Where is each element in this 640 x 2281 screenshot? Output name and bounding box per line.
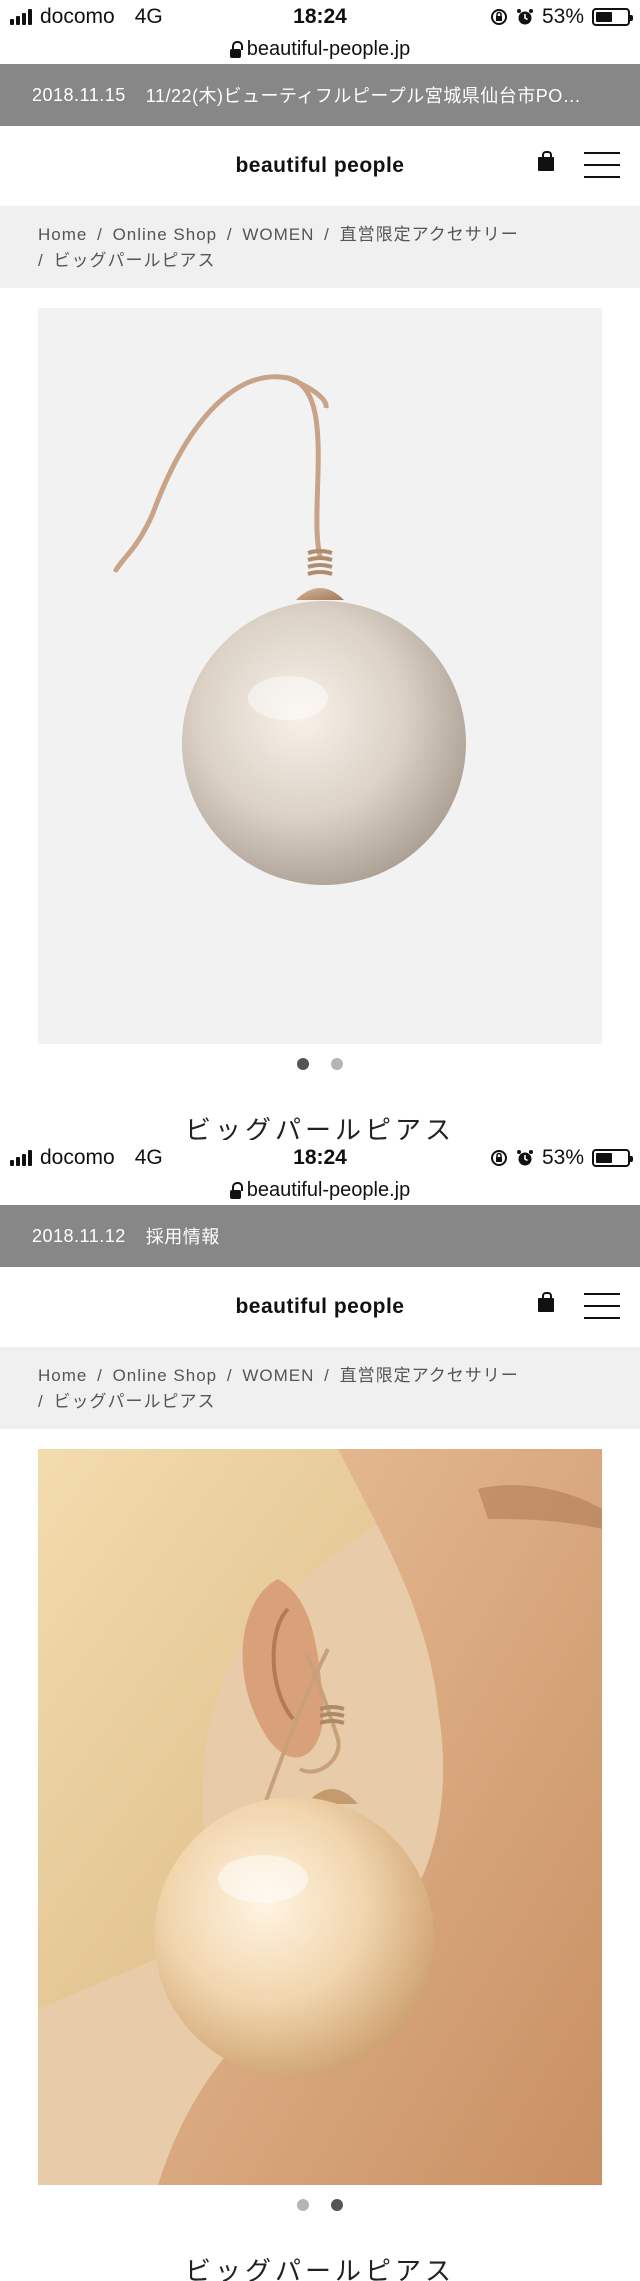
- breadcrumb-separator: /: [97, 225, 103, 244]
- alarm-clock-icon: [516, 9, 533, 25]
- rotation-lock-icon: [490, 9, 507, 25]
- signal-strength-icon: [10, 9, 32, 25]
- breadcrumb-separator: /: [97, 1366, 103, 1385]
- breadcrumb-separator: /: [226, 1366, 233, 1385]
- site-header: beautiful people: [0, 126, 640, 206]
- battery-percent: 53%: [541, 5, 584, 28]
- carousel-dots: [0, 1058, 640, 1070]
- product-title: ビッグパールピアス: [184, 1115, 455, 1140]
- url-text: beautiful-people.jp: [246, 37, 411, 60]
- breadcrumb-home[interactable]: Home: [38, 1366, 87, 1385]
- model-wearing-earring-illustration: [38, 1449, 602, 2185]
- hamburger-menu-icon[interactable]: [584, 1293, 620, 1319]
- breadcrumb-women[interactable]: WOMEN: [242, 225, 314, 244]
- battery-icon: [592, 8, 633, 26]
- network-type: 4G: [134, 5, 163, 28]
- breadcrumb-online-shop[interactable]: Online Shop: [113, 225, 218, 244]
- breadcrumb-separator: /: [324, 225, 330, 244]
- news-date: 2018.11.12: [32, 1225, 126, 1246]
- status-left: docomo 4G: [10, 1146, 163, 1170]
- carousel-dots: [0, 2199, 640, 2211]
- url-bar[interactable]: beautiful-people.jp: [0, 1175, 640, 1205]
- breadcrumb-category[interactable]: 直営限定アクセサリー: [340, 1366, 519, 1385]
- battery-percent: 53%: [541, 1146, 584, 1169]
- carousel-dot-1[interactable]: [297, 2199, 309, 2211]
- screenshot-1: docomo 4G 18:24 53% beautiful-people.jp …: [0, 0, 640, 1140]
- breadcrumb-category[interactable]: 直営限定アクセサリー: [340, 225, 519, 244]
- breadcrumb-women[interactable]: WOMEN: [242, 1366, 314, 1385]
- hamburger-menu-icon[interactable]: [584, 152, 620, 178]
- breadcrumb-online-shop[interactable]: Online Shop: [113, 1366, 218, 1385]
- status-bar: docomo 4G 18:24 53%: [0, 1141, 640, 1175]
- alarm-clock-icon: [516, 1150, 533, 1166]
- status-bar: docomo 4G 18:24 53%: [0, 0, 640, 34]
- shopping-bag-icon[interactable]: [538, 1292, 554, 1312]
- breadcrumb-current: ビッグパールピアス: [53, 1392, 216, 1411]
- news-ticker[interactable]: 2018.11.15 11/22(木)ビューティフルピープル宮城県仙台市PO…: [0, 64, 640, 126]
- carrier-name: docomo: [40, 1146, 115, 1169]
- status-left: docomo 4G: [10, 5, 163, 29]
- lock-icon: [229, 1181, 243, 1199]
- breadcrumb-separator: /: [324, 1366, 330, 1385]
- breadcrumb-separator: /: [38, 1392, 44, 1411]
- news-ticker[interactable]: 2018.11.12 採用情報: [0, 1205, 640, 1267]
- status-right: 53%: [490, 5, 633, 29]
- news-text[interactable]: 採用情報: [146, 1223, 220, 1249]
- site-logo[interactable]: beautiful people: [235, 1295, 404, 1319]
- breadcrumb-home[interactable]: Home: [38, 225, 87, 244]
- product-image-earring[interactable]: [38, 308, 602, 1044]
- product-image-model[interactable]: [38, 1449, 602, 2185]
- product-title: ビッグパールピアス: [184, 2256, 455, 2281]
- breadcrumb: Home / Online Shop / WOMEN / 直営限定アクセサリー …: [0, 206, 640, 288]
- battery-fill: [596, 1153, 612, 1163]
- breadcrumb-current: ビッグパールピアス: [53, 251, 216, 270]
- battery-fill: [596, 12, 612, 22]
- carrier-name: docomo: [40, 5, 115, 28]
- battery-icon: [592, 1149, 633, 1167]
- carousel-dot-1[interactable]: [297, 1058, 309, 1070]
- network-type: 4G: [134, 1146, 163, 1169]
- lock-icon: [229, 40, 243, 58]
- site-header: beautiful people: [0, 1267, 640, 1347]
- breadcrumb: Home / Online Shop / WOMEN / 直営限定アクセサリー …: [0, 1347, 640, 1429]
- status-right: 53%: [490, 1146, 633, 1170]
- rotation-lock-icon: [490, 1150, 507, 1166]
- carousel-dot-2[interactable]: [331, 2199, 343, 2211]
- site-logo[interactable]: beautiful people: [235, 154, 404, 178]
- pearl-earring-illustration: [113, 374, 466, 885]
- signal-strength-icon: [10, 1150, 32, 1166]
- breadcrumb-separator: /: [38, 251, 44, 270]
- news-text[interactable]: 11/22(木)ビューティフルピープル宮城県仙台市PO…: [146, 82, 582, 108]
- breadcrumb-separator: /: [226, 225, 233, 244]
- carousel-dot-2[interactable]: [331, 1058, 343, 1070]
- url-bar[interactable]: beautiful-people.jp: [0, 34, 640, 64]
- screenshot-2: docomo 4G 18:24 53% beautiful-people.jp …: [0, 1141, 640, 2281]
- news-date: 2018.11.15: [32, 84, 126, 105]
- url-text: beautiful-people.jp: [246, 1178, 411, 1201]
- shopping-bag-icon[interactable]: [538, 151, 554, 171]
